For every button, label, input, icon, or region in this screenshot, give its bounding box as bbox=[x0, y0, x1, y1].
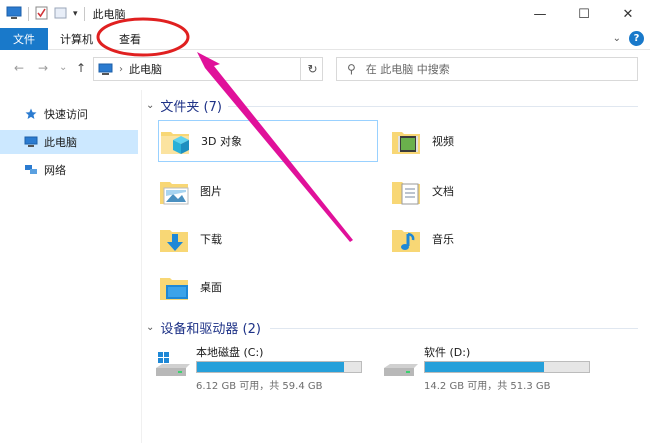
folder-label: 文档 bbox=[432, 185, 454, 198]
sidebar-item-label: 网络 bbox=[44, 164, 66, 177]
maximize-button[interactable]: ☐ bbox=[562, 0, 606, 28]
folder-videos[interactable]: 视频 bbox=[390, 120, 610, 162]
new-folder-icon[interactable] bbox=[54, 6, 67, 23]
recent-locations-button[interactable]: ⌄ bbox=[59, 62, 67, 73]
folder-label: 下载 bbox=[200, 233, 222, 246]
sidebar-item-quick-access[interactable]: 快速访问 bbox=[0, 102, 138, 126]
tab-file[interactable]: 文件 bbox=[0, 27, 48, 50]
drive-usage-fill bbox=[425, 362, 544, 372]
videos-folder-icon bbox=[390, 124, 424, 158]
window-title: 此电脑 bbox=[92, 8, 126, 21]
search-box[interactable]: ⚲ 在 此电脑 中搜索 bbox=[336, 57, 638, 81]
minimize-button[interactable]: — bbox=[518, 0, 562, 28]
chevron-down-icon[interactable]: ▾ bbox=[73, 9, 78, 19]
ribbon-right-controls: ⌄ ? bbox=[613, 31, 644, 46]
ribbon-tabs: 文件 计算机 查看 ⌄ ? bbox=[0, 27, 650, 50]
close-button[interactable]: ✕ bbox=[606, 0, 650, 28]
divider bbox=[28, 7, 29, 21]
folders-group-header[interactable]: ⌄ 文件夹 (7) bbox=[146, 96, 222, 115]
network-icon bbox=[24, 164, 38, 176]
chevron-down-icon[interactable]: ⌄ bbox=[146, 322, 154, 333]
divider bbox=[228, 106, 638, 107]
folder-desktop[interactable]: 桌面 bbox=[158, 266, 378, 308]
star-icon bbox=[24, 108, 38, 120]
navigation-pane: 快速访问 此电脑 网络 bbox=[0, 90, 142, 443]
folder-label: 3D 对象 bbox=[201, 135, 242, 148]
music-folder-icon bbox=[390, 222, 424, 256]
up-button[interactable]: ↑ bbox=[76, 61, 86, 75]
desktop-folder-icon bbox=[158, 270, 192, 304]
sidebar-item-label: 此电脑 bbox=[44, 136, 77, 149]
drive-d[interactable]: 软件 (D:) 14.2 GB 可用，共 51.3 GB bbox=[374, 344, 604, 392]
drive-usage-bar bbox=[424, 361, 590, 373]
pictures-folder-icon bbox=[158, 174, 192, 208]
folder-3d-objects[interactable]: 3D 对象 bbox=[158, 120, 378, 162]
computer-icon bbox=[24, 136, 38, 148]
breadcrumb-location[interactable]: 此电脑 bbox=[129, 61, 162, 77]
title-bar: ▾ 此电脑 — ☐ ✕ bbox=[0, 0, 650, 28]
forward-button[interactable]: → bbox=[38, 61, 48, 75]
drive-label: 本地磁盘 (C:) bbox=[196, 346, 264, 359]
navigation-bar: ← → ⌄ ↑ › 此电脑 ⌄ ↻ ⚲ 在 此电脑 中搜索 bbox=[0, 54, 650, 84]
folder-label: 图片 bbox=[200, 185, 222, 198]
address-bar[interactable]: › 此电脑 ⌄ bbox=[93, 57, 323, 81]
drive-space-text: 14.2 GB 可用，共 51.3 GB bbox=[424, 381, 551, 392]
chevron-down-icon[interactable]: ⌄ bbox=[613, 33, 621, 44]
folder-label: 音乐 bbox=[432, 233, 454, 246]
properties-icon[interactable] bbox=[35, 6, 48, 23]
sidebar-item-this-pc[interactable]: 此电脑 bbox=[0, 130, 138, 154]
divider bbox=[270, 328, 638, 329]
computer-icon bbox=[98, 63, 113, 76]
folder-documents[interactable]: 文档 bbox=[390, 170, 610, 212]
drive-icon bbox=[384, 352, 418, 381]
quick-access-toolbar: ▾ bbox=[6, 6, 85, 23]
breadcrumb-separator-icon[interactable]: › bbox=[119, 64, 123, 75]
drive-label: 软件 (D:) bbox=[424, 346, 471, 359]
folder-label: 视频 bbox=[432, 135, 454, 148]
tab-view[interactable]: 查看 bbox=[107, 28, 153, 50]
windows-drive-icon bbox=[156, 352, 190, 381]
drive-usage-bar bbox=[196, 361, 362, 373]
folder-downloads[interactable]: 下载 bbox=[158, 218, 378, 260]
group-title: 设备和驱动器 (2) bbox=[160, 322, 261, 337]
documents-folder-icon bbox=[390, 174, 424, 208]
folder-label: 桌面 bbox=[200, 281, 222, 294]
search-icon: ⚲ bbox=[347, 62, 356, 76]
tab-computer[interactable]: 计算机 bbox=[48, 28, 105, 50]
drives-group-header[interactable]: ⌄ 设备和驱动器 (2) bbox=[146, 318, 261, 337]
downloads-folder-icon bbox=[158, 222, 192, 256]
folder-pictures[interactable]: 图片 bbox=[158, 170, 378, 212]
folder-music[interactable]: 音乐 bbox=[390, 218, 610, 260]
drive-usage-fill bbox=[197, 362, 345, 372]
3d-objects-folder-icon bbox=[159, 124, 193, 158]
divider bbox=[83, 7, 85, 21]
window-controls: — ☐ ✕ bbox=[518, 0, 650, 28]
computer-icon bbox=[6, 6, 22, 23]
chevron-down-icon[interactable]: ⌄ bbox=[146, 100, 154, 111]
sidebar-item-network[interactable]: 网络 bbox=[0, 158, 138, 182]
sidebar-item-label: 快速访问 bbox=[44, 108, 88, 121]
drive-space-text: 6.12 GB 可用，共 59.4 GB bbox=[196, 381, 323, 392]
back-button[interactable]: ← bbox=[14, 61, 24, 75]
drive-c[interactable]: 本地磁盘 (C:) 6.12 GB 可用，共 59.4 GB bbox=[146, 344, 376, 392]
group-title: 文件夹 (7) bbox=[160, 100, 222, 115]
refresh-button[interactable]: ↻ bbox=[300, 57, 324, 81]
help-button[interactable]: ? bbox=[629, 31, 644, 46]
search-placeholder: 在 此电脑 中搜索 bbox=[365, 63, 450, 76]
